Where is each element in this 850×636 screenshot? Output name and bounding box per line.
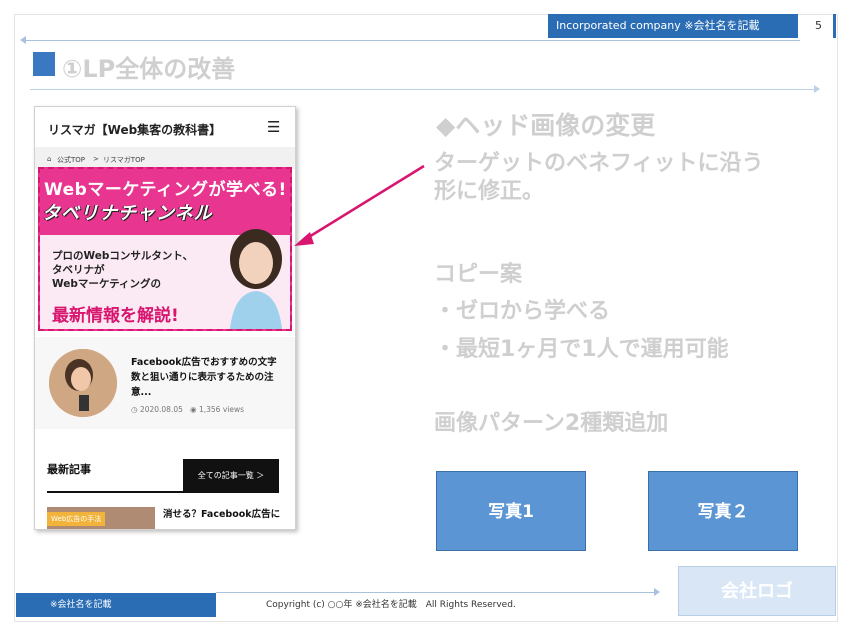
breadcrumb: ⌂ 公式TOP > リスマガTOP xyxy=(35,147,295,169)
site-title: リスマガ【Web集客の教科書】 xyxy=(48,123,222,137)
banner-headline: Webマーケティングが学べる! xyxy=(44,180,287,200)
title-rule-arrow xyxy=(814,85,820,93)
callout-arrow-icon xyxy=(294,164,425,246)
post-title: Facebook広告でおすすめの文字数と狙い通りに表示するための注意... xyxy=(131,357,277,398)
copy-heading: コピー案 xyxy=(434,262,523,287)
header-rule xyxy=(22,40,800,41)
banner-lead: プロのWebコンサルタント、 タベリナが Webマーケティングの xyxy=(52,250,194,290)
header-rule-arrow xyxy=(20,36,26,44)
head-banner[interactable]: Webマーケティングが学べる! タベリナチャンネル プロのWebコンサルタント、… xyxy=(38,167,292,331)
section-heading: ◆ヘッド画像の変更 xyxy=(436,111,656,140)
eye-icon: ◉ xyxy=(190,405,197,414)
banner-panel: プロのWebコンサルタント、 タベリナが Webマーケティングの 最新情報を解説… xyxy=(40,229,290,329)
breadcrumb-home[interactable]: 公式TOP xyxy=(57,155,85,165)
latest-underline xyxy=(47,491,183,493)
breadcrumb-separator: > xyxy=(93,155,99,163)
all-articles-button[interactable]: 全ての記事一覧 ＞ xyxy=(183,459,279,493)
hamburger-icon[interactable]: ☰ xyxy=(267,118,280,136)
article-title[interactable]: 消せる？Facebook広告に xyxy=(163,507,293,522)
copyright-text: Copyright (c) ○○年 ※会社名を記載 All Rights Res… xyxy=(266,600,516,610)
post-meta: ◷ 2020.08.05 ◉ 1,356 views xyxy=(131,405,245,414)
footer-company-band: ※会社名を記載 xyxy=(16,593,216,617)
footer-rule xyxy=(216,592,656,593)
phone-mockup: リスマガ【Web集客の教科書】 ☰ ⌂ 公式TOP > リスマガTOP Webマ… xyxy=(34,106,296,530)
breadcrumb-current[interactable]: リスマガTOP xyxy=(103,155,145,165)
featured-post[interactable]: Facebook広告でおすすめの文字数と狙い通りに表示するための注意... ◷ … xyxy=(35,337,295,429)
page-number-bar xyxy=(833,14,836,38)
photo-placeholder-1: 写真1 xyxy=(436,471,586,551)
post-thumbnail xyxy=(49,349,117,417)
company-logo-placeholder: 会社ロゴ xyxy=(678,566,836,616)
slide-title: ①LP全体の改善 xyxy=(62,55,236,83)
header-company-band: Incorporated company ※会社名を記載 xyxy=(548,14,798,38)
title-square-icon xyxy=(33,52,55,76)
home-icon: ⌂ xyxy=(47,155,52,163)
copy-item: ・ゼロから学べる xyxy=(434,299,611,324)
page-number: 5 xyxy=(815,19,822,32)
banner-emphasis: 最新情報を解説! xyxy=(52,306,179,326)
photo-placeholder-2: 写真２ xyxy=(648,471,798,551)
presenter-photo xyxy=(230,229,282,329)
title-rule xyxy=(30,89,816,90)
copy-item: ・最短1ヶ月で1人で運用可能 xyxy=(434,337,729,362)
latest-heading: 最新記事 xyxy=(47,463,91,476)
category-tag[interactable]: Web広告の手法 xyxy=(47,512,106,526)
clock-icon: ◷ xyxy=(131,405,138,414)
section-description: ターゲットのベネフィットに沿う 形に修正。 xyxy=(434,151,764,204)
footer-rule-arrow xyxy=(654,588,660,596)
image-note: 画像パターン2種類追加 xyxy=(434,411,669,436)
